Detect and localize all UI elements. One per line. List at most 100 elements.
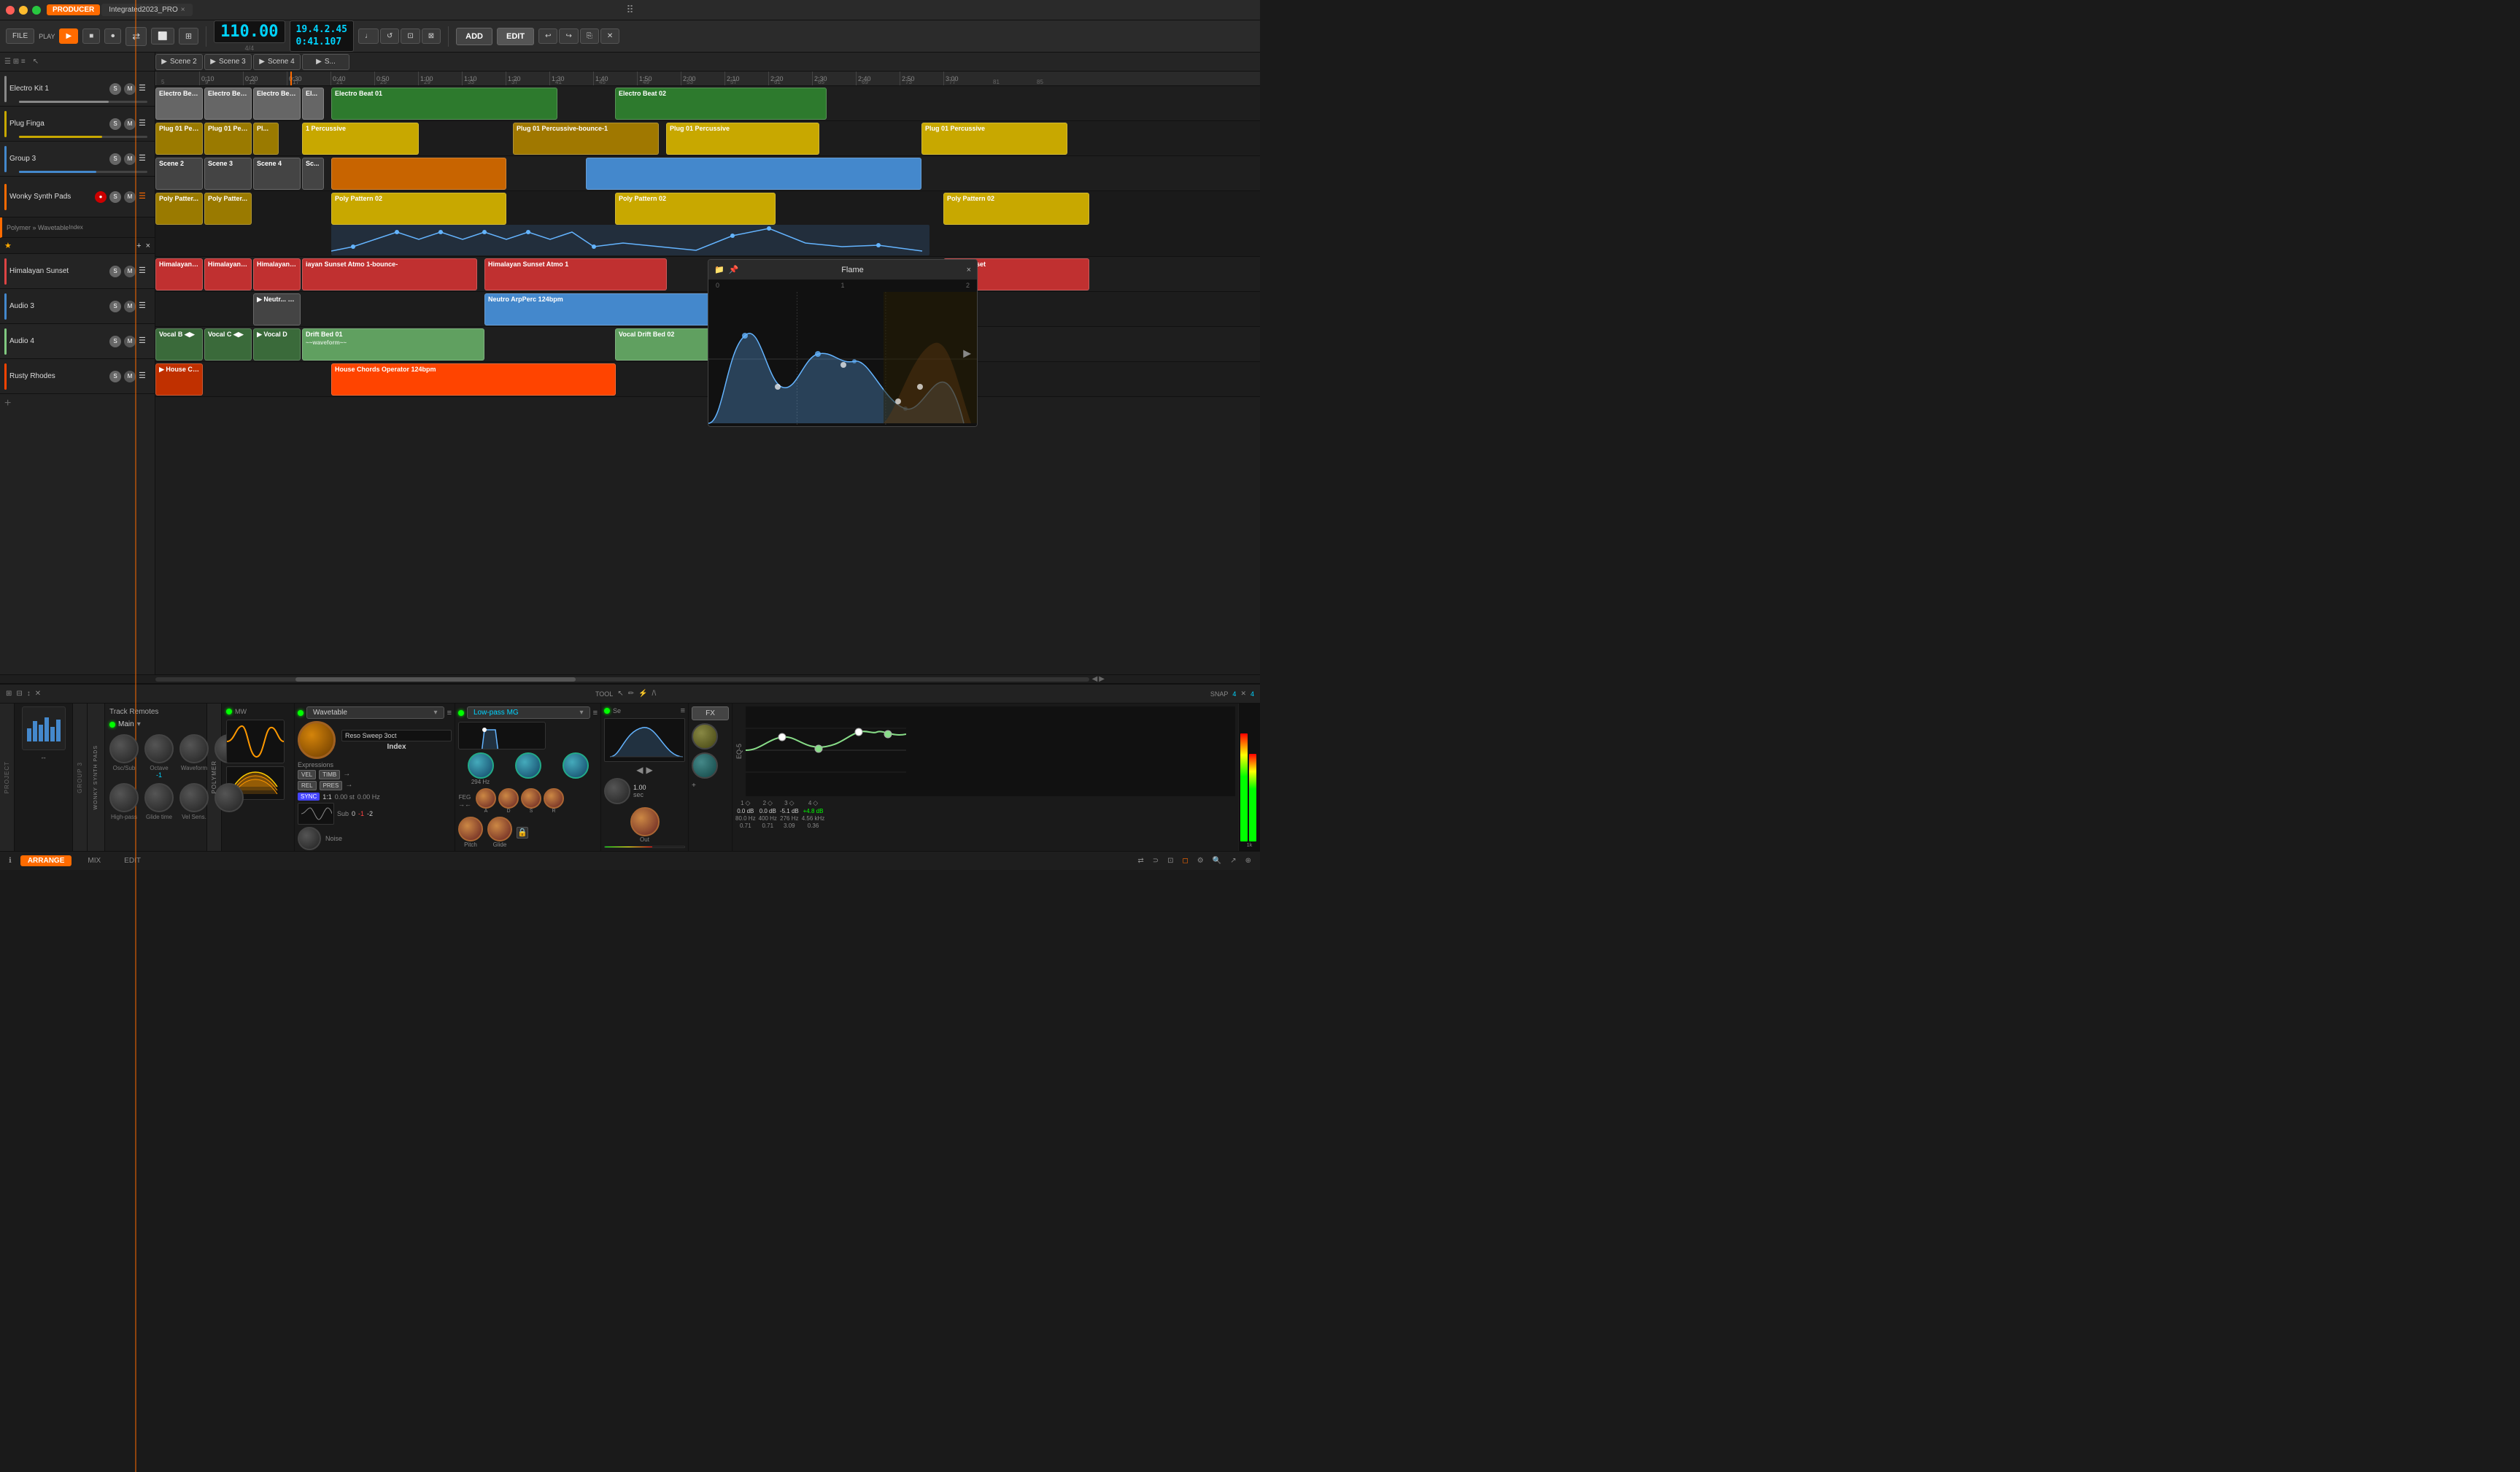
mute-button-plug[interactable]: M bbox=[124, 118, 136, 130]
wavetable-main-knob[interactable] bbox=[298, 721, 336, 759]
record-button[interactable]: ⏺ bbox=[104, 28, 121, 44]
clip-wonky-poly2b[interactable]: Poly Pattern 02 bbox=[615, 193, 776, 225]
clip-electro-beat01[interactable]: Electro Beat 01 bbox=[331, 88, 557, 120]
tool-slice[interactable]: ⚡ bbox=[638, 690, 647, 698]
bottom-toolbar-icon1[interactable]: ⊞ bbox=[6, 690, 12, 698]
clip-himalayan-atmo1[interactable]: Himalayan Sunset Atmo 1 bbox=[484, 258, 667, 290]
status-icon-4[interactable]: ◻ bbox=[1182, 857, 1188, 865]
mute-button-audio3[interactable]: M bbox=[124, 301, 136, 312]
filter-selector[interactable]: Low-pass MG ▾ bbox=[467, 706, 590, 719]
clip-himalayan-2[interactable]: Himalayan ... bbox=[204, 258, 252, 290]
fb-prev[interactable]: ◀ bbox=[636, 765, 643, 775]
delete-button[interactable]: ✕ bbox=[600, 28, 619, 44]
view-toggle[interactable]: ☰ ⊞ ≡ bbox=[4, 58, 26, 66]
clip-group3-scene3[interactable]: Scene 3 bbox=[204, 158, 252, 190]
clip-plug-bounce[interactable]: Plug 01 Percussive-bounce-1 bbox=[513, 123, 659, 155]
minimize-traffic-light[interactable] bbox=[19, 6, 28, 15]
solo-button-group3[interactable]: S bbox=[109, 153, 121, 165]
flame-pin-icon[interactable]: 📌 bbox=[729, 265, 739, 274]
punch2-button[interactable]: ⊠ bbox=[422, 28, 441, 44]
file-button[interactable]: FILE bbox=[6, 28, 34, 44]
r-knob[interactable] bbox=[544, 788, 564, 809]
bottom-toolbar-icon2[interactable]: ⊟ bbox=[16, 690, 22, 698]
clip-group3-sc[interactable]: Sc... bbox=[302, 158, 324, 190]
clip-wonky-poly2[interactable]: Poly Pattern 02 bbox=[331, 193, 506, 225]
track-menu-wonky[interactable]: ☰ bbox=[139, 191, 150, 203]
wavetable-selector[interactable]: Wavetable ▾ bbox=[306, 706, 444, 719]
filter-menu-icon[interactable]: ≡ bbox=[593, 709, 598, 717]
status-icon-2[interactable]: ⊃ bbox=[1153, 857, 1159, 865]
clip-rusty-1[interactable]: ▶ House Cho... bbox=[155, 363, 203, 396]
clip-audio4-vocalc[interactable]: Vocal C ◀▶ bbox=[204, 328, 252, 361]
clip-audio4-driftbed01[interactable]: Drift Bed 01~~waveform~~ bbox=[302, 328, 484, 361]
mute-button-rusty[interactable]: M bbox=[124, 371, 136, 382]
glide-time-knob[interactable] bbox=[144, 783, 174, 812]
wavetable-power[interactable] bbox=[298, 710, 304, 716]
synth-power-led[interactable] bbox=[226, 709, 232, 714]
add-track-button[interactable]: + bbox=[4, 397, 11, 410]
track-menu-group3[interactable]: ☰ bbox=[139, 153, 150, 165]
flame-folder-icon[interactable]: 📁 bbox=[714, 265, 724, 274]
vel-sens-knob[interactable] bbox=[179, 783, 209, 812]
clip-group3-scene4[interactable]: Scene 4 bbox=[253, 158, 301, 190]
status-icon-7[interactable]: ⊕ bbox=[1245, 857, 1251, 865]
fx-knob2[interactable] bbox=[692, 752, 718, 779]
status-icon-5[interactable]: ⚙ bbox=[1197, 857, 1204, 865]
s-knob[interactable] bbox=[521, 788, 541, 809]
solo-button-audio3[interactable]: S bbox=[109, 301, 121, 312]
solo-button-audio4[interactable]: S bbox=[109, 336, 121, 347]
osc-sub-knob[interactable] bbox=[109, 734, 139, 763]
redo-button[interactable]: ↪ bbox=[559, 28, 578, 44]
wavetable-menu-icon[interactable]: ≡ bbox=[447, 709, 452, 717]
octave-knob[interactable] bbox=[144, 734, 174, 763]
bottom-toolbar-icon3[interactable]: ↕ bbox=[27, 690, 31, 698]
clip-electro-4[interactable]: El... bbox=[302, 88, 324, 120]
star-icon[interactable]: ★ bbox=[4, 241, 12, 250]
noise-knob[interactable] bbox=[298, 827, 321, 850]
clip-group3-orange[interactable] bbox=[331, 158, 506, 190]
scroll-left[interactable]: ◀ bbox=[1092, 675, 1098, 683]
flame-close-button[interactable]: × bbox=[967, 266, 971, 274]
mix-tab[interactable]: MIX bbox=[80, 855, 108, 866]
add-button[interactable]: ADD bbox=[456, 28, 492, 45]
vel-button[interactable]: VEL bbox=[298, 770, 316, 779]
scene4-button[interactable]: ▶Scene 4 bbox=[253, 54, 301, 70]
fader-electro[interactable] bbox=[19, 101, 147, 103]
play-button[interactable]: ▶ bbox=[59, 28, 78, 44]
scroll-right[interactable]: ▶ bbox=[1099, 675, 1105, 683]
pitch-knob[interactable] bbox=[458, 817, 483, 841]
flame-play-button[interactable]: ▶ bbox=[963, 347, 971, 360]
clip-audio3-neutr[interactable]: ▶ Neutr... ▶◀ bbox=[253, 293, 301, 325]
clip-himalayan-3[interactable]: Himalayan ... bbox=[253, 258, 301, 290]
status-icon-3[interactable]: ⊡ bbox=[1167, 857, 1173, 865]
clip-plug-percussive2[interactable]: Plug 01 Percussive bbox=[666, 123, 819, 155]
clip-electro-2[interactable]: Electro Bea... bbox=[204, 88, 252, 120]
output-knob[interactable] bbox=[214, 783, 244, 812]
punch-button[interactable]: ⊡ bbox=[401, 28, 420, 44]
pres-button[interactable]: PRES bbox=[320, 781, 343, 790]
status-search-icon[interactable]: 🔍 bbox=[1213, 857, 1221, 865]
edit-tab[interactable]: EDIT bbox=[117, 855, 148, 866]
loop-mode-button[interactable]: ↺ bbox=[380, 28, 399, 44]
track-menu-himalayan[interactable]: ☰ bbox=[139, 266, 150, 277]
main-dropdown-arrow[interactable]: ▾ bbox=[137, 720, 141, 728]
bottom-toolbar-icon4[interactable]: ✕ bbox=[35, 690, 41, 698]
clip-wonky-poly2c[interactable]: Poly Pattern 02 bbox=[943, 193, 1089, 225]
rec-button-wonky[interactable]: ● bbox=[95, 191, 107, 203]
status-info-icon[interactable]: ℹ bbox=[9, 857, 12, 865]
playhead[interactable] bbox=[290, 72, 292, 85]
close-icon[interactable]: × bbox=[146, 242, 150, 250]
clip-plug-3[interactable]: Pl... bbox=[253, 123, 279, 155]
fx-button[interactable]: FX bbox=[692, 706, 729, 720]
mute-button-himalayan[interactable]: M bbox=[124, 266, 136, 277]
clip-himalayan-1[interactable]: Himalayan ... bbox=[155, 258, 203, 290]
track-menu-rusty[interactable]: ☰ bbox=[139, 371, 150, 382]
close-traffic-light[interactable] bbox=[6, 6, 15, 15]
clip-audio4-vocald[interactable]: ▶ Vocal D bbox=[253, 328, 301, 361]
loop-button[interactable]: ⇄ bbox=[125, 27, 147, 46]
filter-power[interactable] bbox=[458, 710, 464, 716]
fx-knob1[interactable] bbox=[692, 723, 718, 750]
tool-pen[interactable]: ✏ bbox=[628, 690, 634, 698]
tab-close-icon[interactable]: × bbox=[181, 6, 185, 14]
highpass-knob[interactable] bbox=[109, 783, 139, 812]
